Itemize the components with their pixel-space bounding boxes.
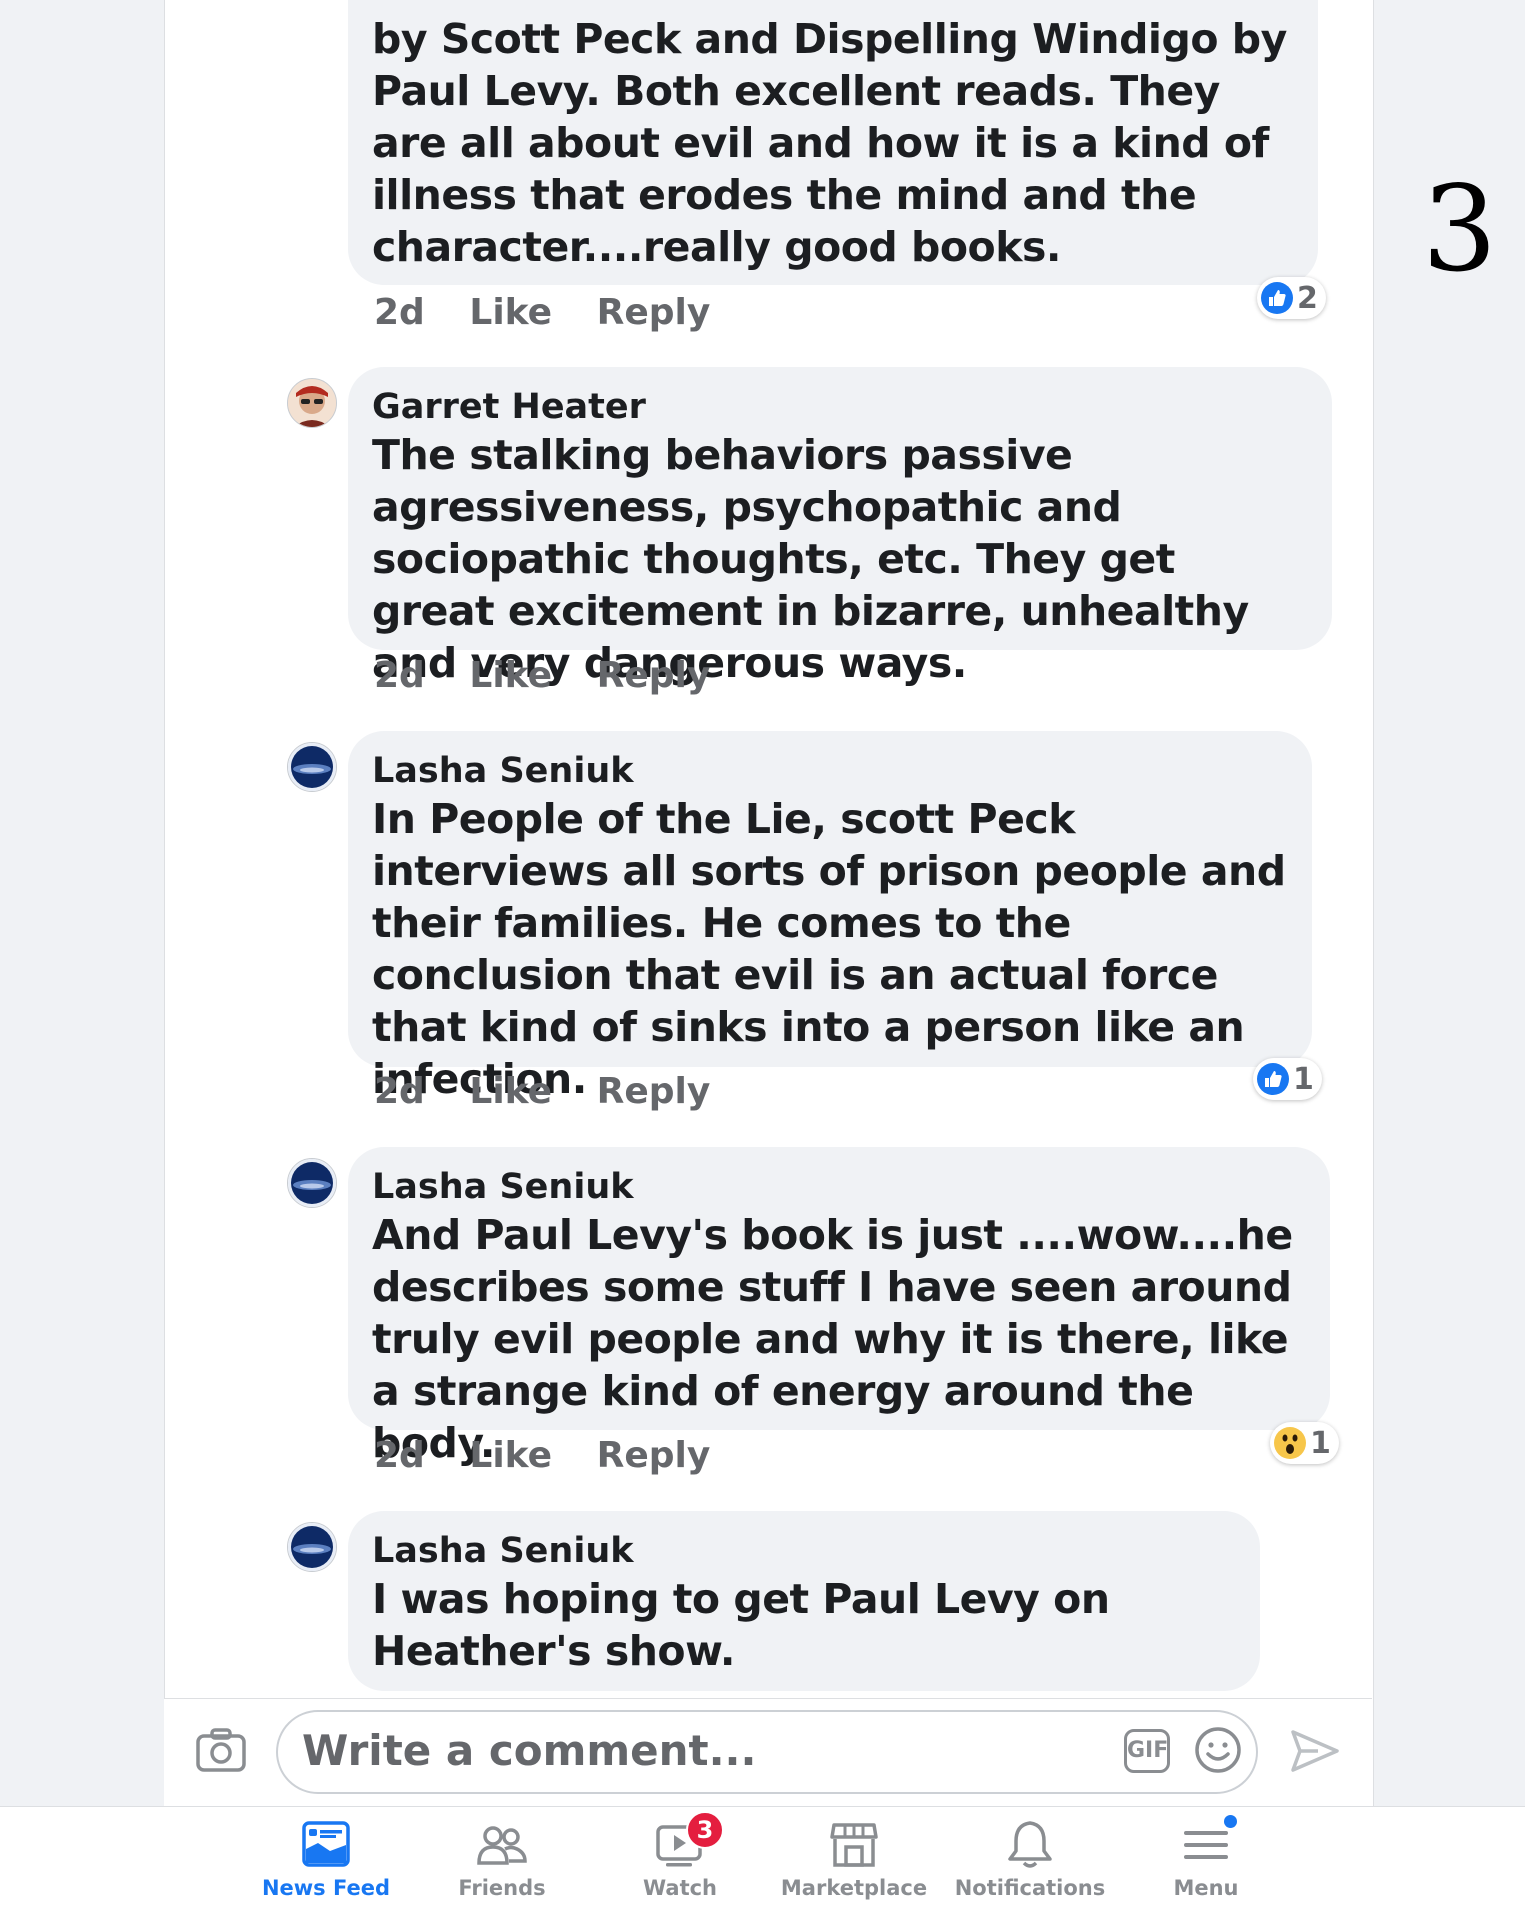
reaction-count: 1 [1310, 1425, 1331, 1461]
reply-link[interactable]: Reply [597, 1435, 711, 1476]
comment-time[interactable]: 2d [374, 655, 425, 696]
tab-label: Marketplace [780, 1876, 928, 1900]
reaction-badge[interactable]: 1 [1253, 1058, 1322, 1100]
watch-notification-badge: 3 [686, 1811, 724, 1849]
comment-bubble: Lasha Seniuk I was hoping to get Paul Le… [348, 1511, 1260, 1691]
tab-label: Menu [1173, 1876, 1239, 1900]
thumbs-up-icon [1261, 282, 1293, 314]
comment-text: In People of the Lie, scott Peck intervi… [372, 795, 1286, 1103]
reaction-badge[interactable]: 1 [1270, 1422, 1339, 1464]
comment-author[interactable]: Lasha Seniuk [372, 1529, 1236, 1573]
reply-link[interactable]: Reply [597, 655, 711, 696]
comment-author[interactable]: Lasha Seniuk [372, 1165, 1306, 1209]
reply-link[interactable]: Reply [597, 1071, 711, 1112]
comment-text: I was hoping to get Paul Levy on Heather… [372, 1575, 1110, 1675]
comment-author[interactable]: Garret Heater [372, 385, 1308, 429]
comment-bubble: by Scott Peck and Dispelling Windigo by … [348, 0, 1318, 285]
comment-text: And Paul Levy's book is just ....wow....… [372, 1211, 1293, 1467]
reaction-count: 2 [1297, 280, 1318, 316]
tab-label: Watch [642, 1876, 718, 1900]
comment-bubble: Lasha Seniuk In People of the Lie, scott… [348, 731, 1312, 1103]
reply-link[interactable]: Reply [597, 292, 711, 333]
avatar-lasha-seniuk[interactable] [287, 742, 337, 792]
menu-dot-indicator [1224, 1815, 1237, 1828]
emoji-icon[interactable] [1194, 1726, 1242, 1778]
menu-icon [1184, 1831, 1228, 1859]
handwritten-page-marker: 3 [1422, 160, 1498, 298]
friends-icon [477, 1826, 527, 1865]
tab-watch[interactable]: 3 Watch [590, 1807, 770, 1906]
comment-input[interactable]: Write a comment... GIF [276, 1710, 1258, 1794]
wow-emoji-icon [1274, 1427, 1306, 1459]
comment-text: by Scott Peck and Dispelling Windigo by … [372, 15, 1287, 271]
send-icon[interactable] [1290, 1728, 1340, 1778]
avatar-lasha-seniuk[interactable] [287, 1158, 337, 1208]
like-link[interactable]: Like [469, 655, 552, 696]
tab-label: Friends [458, 1876, 546, 1900]
comment-time[interactable]: 2d [374, 1435, 425, 1476]
like-link[interactable]: Like [469, 292, 552, 333]
comment-time[interactable]: 2d [374, 292, 425, 333]
bell-icon [1008, 1821, 1052, 1868]
tab-label: News Feed [261, 1876, 391, 1900]
tab-friends[interactable]: Friends [412, 1807, 592, 1906]
like-link[interactable]: Like [469, 1435, 552, 1476]
comment-actions: 2d Like Reply [374, 292, 742, 333]
like-link[interactable]: Like [469, 1071, 552, 1112]
comment-actions: 2d Like Reply [374, 1435, 742, 1476]
tab-news-feed[interactable]: News Feed [236, 1807, 416, 1906]
comment-input-placeholder: Write a comment... [302, 1726, 757, 1775]
tab-notifications[interactable]: Notifications [940, 1807, 1120, 1906]
avatar-lasha-seniuk[interactable] [287, 1522, 337, 1572]
news-feed-icon [302, 1821, 350, 1867]
comment-bubble: Garret Heater The stalking behaviors pas… [348, 367, 1332, 687]
camera-icon[interactable] [196, 1728, 246, 1778]
bottom-tab-bar: News Feed Friends 3 Watch Marketplace No… [0, 1806, 1525, 1906]
gif-icon[interactable]: GIF [1124, 1729, 1170, 1773]
tab-label: Notifications [954, 1876, 1106, 1900]
comment-actions: 2d Like Reply [374, 1071, 742, 1112]
marketplace-icon [830, 1823, 878, 1867]
tab-menu[interactable]: Menu [1116, 1807, 1296, 1906]
reaction-badge[interactable]: 2 [1257, 277, 1326, 319]
tab-marketplace[interactable]: Marketplace [764, 1807, 944, 1906]
comment-time[interactable]: 2d [374, 1071, 425, 1112]
comment-author[interactable]: Lasha Seniuk [372, 749, 1288, 793]
reaction-count: 1 [1293, 1061, 1314, 1097]
comment-bubble: Lasha Seniuk And Paul Levy's book is jus… [348, 1147, 1330, 1467]
comment-actions: 2d Like Reply [374, 655, 742, 696]
thumbs-up-icon [1257, 1063, 1289, 1095]
avatar-garret-heater[interactable] [287, 378, 337, 428]
comment-text: The stalking behaviors passive agressive… [372, 431, 1249, 687]
